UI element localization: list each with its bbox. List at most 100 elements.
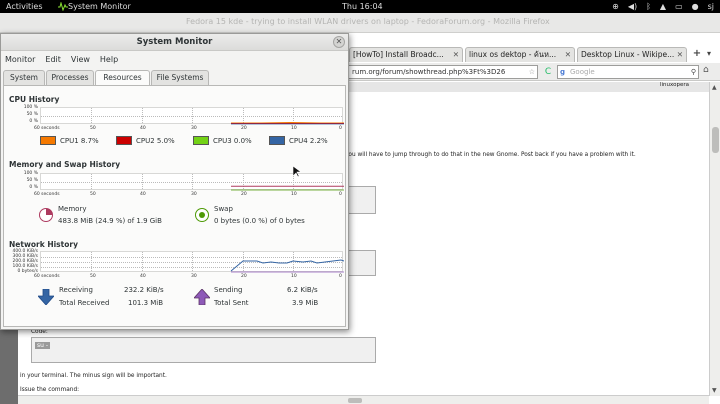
firefox-window-title: Fedora 15 kde - trying to install WLAN d… bbox=[186, 17, 550, 26]
mem-y-tick: 50 % bbox=[26, 178, 38, 183]
total-sent-value: 3.9 MiB bbox=[292, 299, 319, 307]
cpu-y-tick: 100 % bbox=[23, 105, 38, 110]
code-box bbox=[346, 186, 376, 214]
firefox-tab[interactable]: linux os dektop - ค้นห... ✕ bbox=[465, 47, 575, 62]
activities-button[interactable]: Activities bbox=[6, 0, 43, 13]
receiving-label: Receiving bbox=[59, 286, 93, 294]
net-x-tick: 60 seconds bbox=[34, 274, 60, 279]
app-menu-button[interactable]: System Monitor bbox=[68, 0, 131, 13]
sending-arrow-icon[interactable] bbox=[194, 289, 210, 305]
memory-pie-icon[interactable] bbox=[39, 208, 53, 222]
memory-history-title: Memory and Swap History bbox=[9, 160, 121, 169]
sending-value: 6.2 KiB/s bbox=[287, 286, 318, 294]
menu-view[interactable]: View bbox=[71, 52, 90, 68]
cpu-history-title: CPU History bbox=[9, 95, 60, 104]
mem-x-tick: 10 bbox=[291, 192, 297, 197]
cpu-x-tick: 40 bbox=[140, 126, 146, 131]
network-icon[interactable]: ▲ bbox=[660, 0, 666, 13]
mem-x-tick: 20 bbox=[241, 192, 247, 197]
network-history-graph bbox=[40, 251, 344, 273]
tab-processes[interactable]: Processes bbox=[46, 70, 94, 85]
volume-icon[interactable]: ◀) bbox=[628, 0, 637, 13]
home-icon[interactable]: ⌂ bbox=[703, 65, 709, 75]
tab-resources[interactable]: Resources bbox=[95, 70, 150, 86]
search-box[interactable]: g Google ⚲ bbox=[557, 65, 699, 79]
tab-file-systems[interactable]: File Systems bbox=[151, 70, 209, 85]
system-monitor-app-icon bbox=[58, 2, 68, 11]
scroll-down-icon[interactable]: ▼ bbox=[712, 387, 717, 394]
cpu1-color-swatch[interactable] bbox=[40, 136, 56, 145]
close-tab-icon[interactable]: ✕ bbox=[677, 48, 683, 61]
close-icon[interactable]: ✕ bbox=[333, 36, 345, 48]
cpu-y-tick: 50 % bbox=[26, 112, 38, 117]
cpu-x-tick: 50 bbox=[90, 126, 96, 131]
bluetooth-icon[interactable]: ᛒ bbox=[646, 0, 651, 13]
tab-system[interactable]: System bbox=[3, 70, 45, 85]
close-tab-icon[interactable]: ✕ bbox=[453, 48, 459, 61]
cpu2-color-swatch[interactable] bbox=[116, 136, 132, 145]
cpu3-color-swatch[interactable] bbox=[193, 136, 209, 145]
receiving-value: 232.2 KiB/s bbox=[124, 286, 164, 294]
menu-monitor[interactable]: Monitor bbox=[5, 52, 35, 68]
net-x-tick: 10 bbox=[291, 274, 297, 279]
forum-post-text: you will have to jump through to do that… bbox=[345, 152, 636, 158]
search-icon[interactable]: ⚲ bbox=[691, 66, 696, 78]
net-x-tick: 0 bbox=[339, 274, 342, 279]
cpu4-label: CPU4 2.2% bbox=[289, 137, 328, 145]
mem-x-tick: 0 bbox=[339, 192, 342, 197]
url-bar[interactable]: rum.org/forum/showthread.php%3Ft%3D26 ☆ bbox=[348, 65, 538, 79]
battery-icon[interactable]: ▭ bbox=[675, 0, 683, 13]
cpu1-label: CPU1 8.7% bbox=[60, 137, 99, 145]
top-panel: Activities System Monitor Thu 16:04 ⊕ ◀)… bbox=[0, 0, 720, 13]
menubar: Monitor Edit View Help bbox=[1, 52, 348, 68]
close-tab-icon[interactable]: ✕ bbox=[565, 48, 571, 61]
tab-list-chevron-icon[interactable]: ▾ bbox=[707, 48, 717, 61]
firefox-tab-label: [HowTo] Install Broadc... bbox=[353, 50, 444, 59]
firefox-tab-label: Desktop Linux - Wikipe... bbox=[581, 50, 675, 59]
menu-help[interactable]: Help bbox=[100, 52, 118, 68]
bookmark-star-icon[interactable]: ☆ bbox=[529, 66, 535, 78]
reload-icon[interactable]: C bbox=[541, 65, 555, 79]
mem-x-tick: 40 bbox=[140, 192, 146, 197]
scrollbar-thumb[interactable] bbox=[712, 127, 719, 153]
horizontal-scrollbar[interactable] bbox=[18, 395, 709, 404]
cpu-history-graph bbox=[40, 107, 344, 125]
total-received-label: Total Received bbox=[59, 299, 110, 307]
swap-value: 0 bytes (0.0 %) of 0 bytes bbox=[214, 217, 305, 225]
code-text[interactable]: su - bbox=[35, 342, 51, 349]
mem-x-tick: 50 bbox=[90, 192, 96, 197]
cpu-x-tick: 30 bbox=[191, 126, 197, 131]
memory-value: 483.8 MiB (24.9 %) of 1.9 GiB bbox=[58, 217, 162, 225]
resources-panel: CPU History 100 % 50 % 0 % 60 seconds 50… bbox=[3, 85, 346, 327]
user-status-icon[interactable]: ● bbox=[692, 0, 699, 13]
forum-user-label[interactable]: linuxopera bbox=[660, 82, 689, 88]
cpu-x-tick: 60 seconds bbox=[34, 126, 60, 131]
firefox-tab[interactable]: Desktop Linux - Wikipe... ✕ bbox=[577, 47, 687, 62]
swap-pie-icon[interactable] bbox=[195, 208, 209, 222]
network-traffic-lines bbox=[230, 259, 344, 273]
sending-label: Sending bbox=[214, 286, 243, 294]
cpu4-color-swatch[interactable] bbox=[269, 136, 285, 145]
mem-y-tick: 100 % bbox=[23, 171, 38, 176]
scrollbar-thumb[interactable] bbox=[348, 398, 362, 403]
memory-label: Memory bbox=[58, 205, 87, 213]
swap-pie-dot bbox=[199, 212, 205, 218]
accessibility-icon[interactable]: ⊕ bbox=[612, 0, 619, 13]
mouse-pointer-icon bbox=[293, 166, 301, 178]
cpu-y-tick: 0 % bbox=[29, 119, 38, 124]
cpu-x-tick: 10 bbox=[291, 126, 297, 131]
total-sent-label: Total Sent bbox=[214, 299, 249, 307]
system-monitor-titlebar[interactable]: System Monitor ✕ bbox=[1, 34, 348, 51]
clock[interactable]: Thu 16:04 bbox=[342, 0, 383, 13]
url-text: rum.org/forum/showthread.php%3Ft%3D26 bbox=[352, 68, 506, 76]
firefox-tab[interactable]: [HowTo] Install Broadc... ✕ bbox=[349, 47, 463, 62]
cpu-usage-lines bbox=[231, 121, 344, 125]
scroll-up-icon[interactable]: ▲ bbox=[712, 84, 717, 91]
vertical-scrollbar[interactable]: ▲ ▼ bbox=[709, 82, 720, 396]
code-box bbox=[346, 250, 376, 276]
receiving-arrow-icon[interactable] bbox=[38, 289, 54, 305]
user-name[interactable]: sj bbox=[708, 0, 714, 13]
menu-edit[interactable]: Edit bbox=[45, 52, 61, 68]
new-tab-button[interactable]: + bbox=[690, 48, 704, 61]
search-placeholder: Google bbox=[570, 68, 595, 76]
